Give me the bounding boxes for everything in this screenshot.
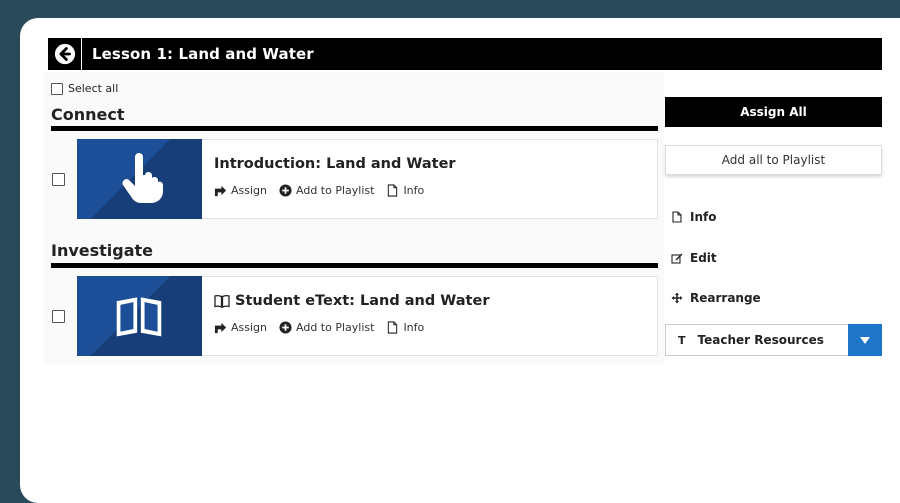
item-card: Student eText: Land and Water Assign Add…	[202, 276, 658, 356]
item-thumbnail[interactable]	[77, 139, 202, 219]
select-all-checkbox[interactable]	[51, 82, 63, 95]
select-all-label: Select all	[68, 82, 119, 95]
back-arrow-icon	[54, 43, 75, 65]
document-icon	[388, 321, 398, 334]
info-button[interactable]: Info	[386, 321, 424, 334]
info-button[interactable]: Info	[386, 184, 424, 197]
add-all-to-playlist-button[interactable]: Add all to Playlist	[665, 145, 882, 175]
item-checkbox[interactable]	[52, 173, 65, 186]
book-icon	[214, 294, 230, 308]
assign-all-button[interactable]: Assign All	[665, 97, 882, 127]
share-icon	[214, 322, 227, 334]
lesson-header: Lesson 1: Land and Water	[48, 38, 882, 70]
section-divider	[51, 126, 658, 131]
dropdown-toggle[interactable]	[848, 324, 882, 356]
add-to-playlist-button[interactable]: Add to Playlist	[279, 321, 374, 334]
item-checkbox[interactable]	[52, 310, 65, 323]
document-icon	[388, 184, 398, 197]
open-book-icon	[116, 297, 162, 337]
item-actions: Assign Add to Playlist Info	[214, 321, 436, 334]
item-actions: Assign Add to Playlist Info	[214, 184, 436, 197]
item-title[interactable]: Introduction: Land and Water	[214, 156, 456, 172]
item-title[interactable]: Student eText: Land and Water	[214, 293, 489, 309]
share-icon	[214, 185, 227, 197]
chevron-down-icon	[860, 336, 870, 344]
section-title-connect: Connect	[51, 105, 125, 124]
rearrange-link[interactable]: Rearrange	[671, 291, 761, 305]
item-card: Introduction: Land and Water Assign Add …	[202, 139, 658, 219]
add-to-playlist-button[interactable]: Add to Playlist	[279, 184, 374, 197]
move-icon	[671, 292, 683, 304]
edit-icon	[671, 253, 683, 264]
section-divider	[51, 263, 658, 268]
teacher-resources-dropdown[interactable]: T Teacher Resources	[665, 324, 882, 356]
assign-button[interactable]: Assign	[214, 184, 267, 197]
item-thumbnail[interactable]	[77, 276, 202, 356]
list-item: Student eText: Land and Water Assign Add…	[51, 276, 658, 356]
app-frame: Lesson 1: Land and Water Select all Conn…	[20, 18, 900, 503]
dropdown-label: Teacher Resources	[697, 333, 824, 347]
document-icon	[672, 211, 682, 223]
list-item: Introduction: Land and Water Assign Add …	[51, 139, 658, 219]
select-all[interactable]: Select all	[51, 82, 118, 95]
back-button[interactable]	[48, 38, 82, 70]
info-link[interactable]: Info	[671, 210, 716, 224]
plus-circle-icon	[279, 184, 292, 197]
text-icon: T	[678, 333, 686, 347]
plus-circle-icon	[279, 321, 292, 334]
page-title: Lesson 1: Land and Water	[92, 45, 314, 63]
section-title-investigate: Investigate	[51, 241, 154, 260]
edit-link[interactable]: Edit	[671, 251, 717, 265]
hand-pointer-icon	[122, 153, 163, 203]
assign-button[interactable]: Assign	[214, 321, 267, 334]
